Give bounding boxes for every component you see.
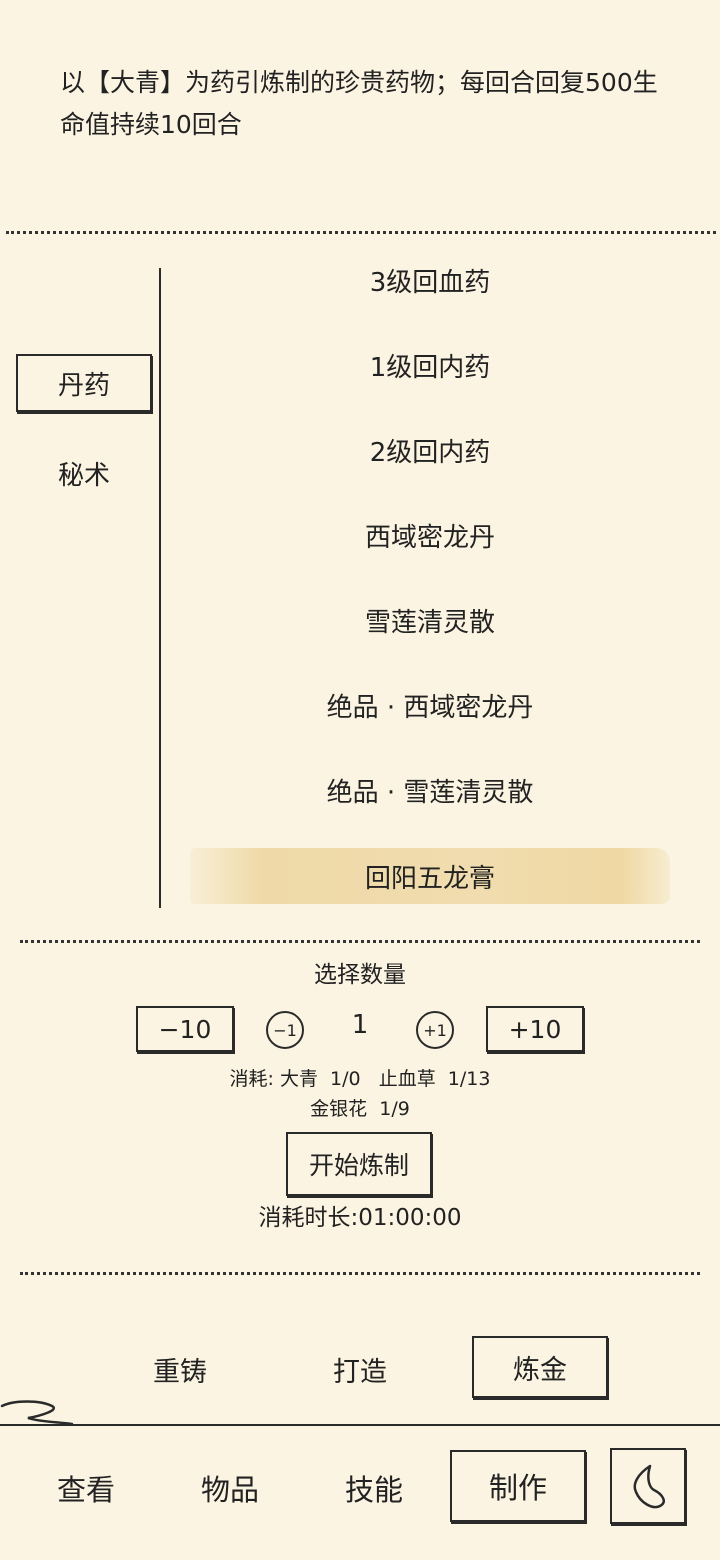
tab-craft-label: 制作 bbox=[488, 1471, 547, 1505]
tab-skills-label: 技能 bbox=[344, 1473, 403, 1507]
divider-bottom bbox=[20, 1272, 700, 1275]
ink-swirl-icon bbox=[0, 1400, 74, 1426]
recipe-item[interactable]: 绝品 · 西域密龙丹 bbox=[190, 675, 670, 735]
mode-recast[interactable]: 重铸 bbox=[120, 1340, 240, 1398]
recipe-item[interactable]: 西域密龙丹 bbox=[190, 505, 670, 565]
tab-view[interactable]: 查看 bbox=[30, 1458, 142, 1518]
craft-duration: 消耗时长:01:00:00 bbox=[258, 1205, 462, 1231]
back-button[interactable] bbox=[610, 1448, 686, 1524]
minus-one-label: −1 bbox=[273, 1020, 297, 1040]
recipe-item[interactable]: 雪莲清灵散 bbox=[190, 590, 670, 650]
cost-line-1: 消耗: 大青 1/0 止血草 1/13 bbox=[229, 1068, 491, 1090]
tab-items-label: 物品 bbox=[200, 1473, 259, 1507]
mode-forge[interactable]: 打造 bbox=[300, 1340, 420, 1398]
cost-line-2: 金银花 1/9 bbox=[310, 1098, 410, 1120]
minus-ten-label: −10 bbox=[158, 1014, 212, 1044]
recipe-label: 绝品 · 西域密龙丹 bbox=[326, 692, 534, 723]
mode-alchemy[interactable]: 炼金 bbox=[472, 1336, 608, 1398]
minus-ten-button[interactable]: −10 bbox=[136, 1006, 234, 1052]
mode-alchemy-label: 炼金 bbox=[513, 1354, 567, 1386]
mode-recast-label: 重铸 bbox=[153, 1356, 207, 1388]
plus-ten-label: +10 bbox=[508, 1014, 562, 1044]
minus-one-button[interactable]: −1 bbox=[266, 1011, 304, 1049]
start-crafting-label: 开始炼制 bbox=[308, 1151, 409, 1180]
start-crafting-button[interactable]: 开始炼制 bbox=[286, 1132, 432, 1196]
tab-view-label: 查看 bbox=[56, 1473, 115, 1507]
category-pills[interactable]: 丹药 bbox=[16, 354, 152, 412]
quantity-title: 选择数量 bbox=[314, 962, 406, 988]
item-description: 以【大青】为药引炼制的珍贵药物；每回合回复500生命值持续10回合 bbox=[60, 68, 658, 139]
divider-top bbox=[6, 231, 716, 234]
recipe-label: 3级回血药 bbox=[369, 267, 491, 298]
recipe-item[interactable]: 绝品 · 雪莲清灵散 bbox=[190, 760, 670, 820]
tab-items[interactable]: 物品 bbox=[174, 1458, 286, 1518]
recipe-item[interactable]: 2级回内药 bbox=[190, 420, 670, 480]
plus-one-label: +1 bbox=[423, 1020, 447, 1040]
plus-one-button[interactable]: +1 bbox=[416, 1011, 454, 1049]
recipe-label: 回阳五龙膏 bbox=[364, 863, 495, 894]
recipe-item[interactable]: 1级回内药 bbox=[190, 335, 670, 395]
recipe-item[interactable]: 3级回血药 bbox=[190, 250, 670, 310]
category-pills-label: 丹药 bbox=[57, 370, 110, 401]
plus-ten-button[interactable]: +10 bbox=[486, 1006, 584, 1052]
recipe-label: 2级回内药 bbox=[369, 437, 491, 468]
recipe-label: 1级回内药 bbox=[369, 352, 491, 383]
category-secret-arts[interactable]: 秘术 bbox=[16, 444, 152, 502]
tab-skills[interactable]: 技能 bbox=[318, 1458, 430, 1518]
category-secret-arts-label: 秘术 bbox=[57, 460, 110, 491]
category-divider bbox=[159, 268, 161, 908]
back-scribble-icon bbox=[633, 1464, 665, 1509]
recipe-label: 西域密龙丹 bbox=[364, 522, 495, 553]
divider-middle bbox=[20, 940, 700, 943]
recipe-label: 绝品 · 雪莲清灵散 bbox=[326, 777, 534, 808]
recipe-label: 雪莲清灵散 bbox=[364, 607, 495, 638]
tab-craft[interactable]: 制作 bbox=[450, 1450, 586, 1522]
recipe-item-selected[interactable]: 回阳五龙膏 bbox=[190, 848, 670, 904]
quantity-value: 1 bbox=[351, 1010, 369, 1040]
bottom-nav-border bbox=[0, 1424, 720, 1426]
mode-forge-label: 打造 bbox=[333, 1356, 387, 1388]
crafting-screen: 以【大青】为药引炼制的珍贵药物；每回合回复500生命值持续10回合 丹药 秘术 … bbox=[0, 0, 720, 1560]
